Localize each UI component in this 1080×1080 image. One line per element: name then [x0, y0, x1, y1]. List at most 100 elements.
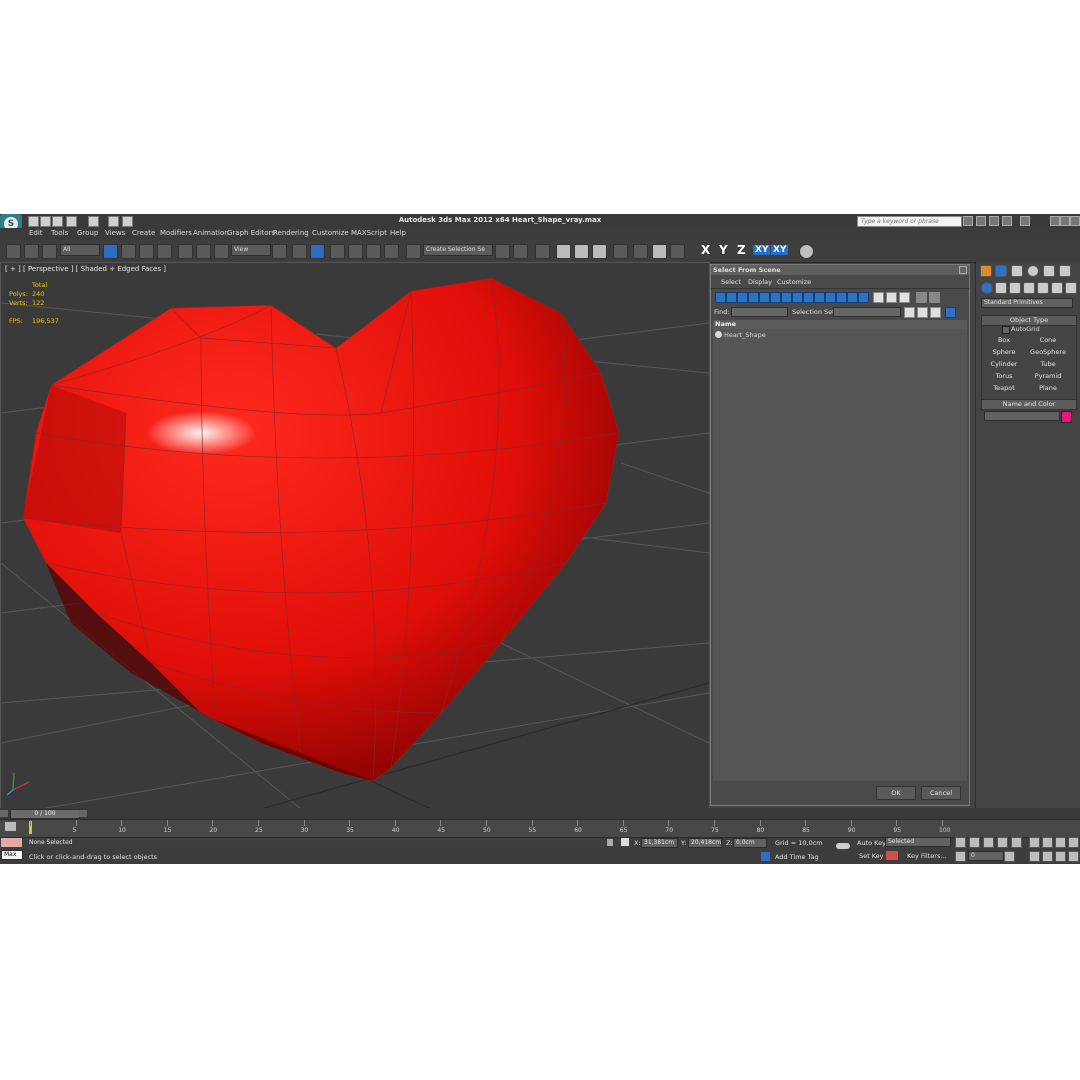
filter-lights-icon[interactable] [737, 292, 748, 303]
list-item-heart-shape[interactable]: Heart_Shape [724, 331, 766, 339]
favorites-star-icon[interactable] [1002, 216, 1012, 226]
reference-coordinate-dropdown[interactable]: View [231, 244, 271, 256]
key-filters-button[interactable]: Key Filters... [907, 852, 947, 860]
orbit-icon[interactable] [1055, 851, 1066, 862]
select-and-manipulate-icon[interactable] [292, 244, 307, 259]
select-invert-icon[interactable] [899, 292, 910, 303]
add-time-tag-icon[interactable] [761, 852, 770, 861]
zoom-all-icon[interactable] [1042, 837, 1053, 848]
exchange-icon[interactable] [989, 216, 999, 226]
undo-icon[interactable] [66, 216, 77, 227]
percent-snap-icon[interactable] [366, 244, 381, 259]
angle-snap-icon[interactable] [348, 244, 363, 259]
add-time-tag-button[interactable]: Add Time Tag [775, 853, 819, 861]
systems-category-icon[interactable] [1065, 282, 1077, 294]
helpers-category-icon[interactable] [1037, 282, 1049, 294]
cone-button[interactable]: Cone [1028, 336, 1068, 345]
menu-group[interactable]: Group [77, 229, 98, 237]
dialog-close-icon[interactable] [959, 266, 967, 274]
select-and-move-icon[interactable] [178, 244, 193, 259]
axis-z-button[interactable]: Z [737, 243, 746, 257]
time-slider-thumb[interactable]: 0 / 100 [10, 809, 80, 819]
edit-named-selection-icon[interactable] [406, 244, 421, 259]
filter-containers-icon[interactable] [814, 292, 825, 303]
dialog-menu-select[interactable]: Select [721, 278, 741, 286]
select-all-icon[interactable] [873, 292, 884, 303]
search-icon[interactable] [963, 216, 973, 226]
menu-views[interactable]: Views [105, 229, 125, 237]
perspective-viewport[interactable]: [ + ] [ Perspective ] [ Shaded + Edged F… [0, 262, 710, 810]
menu-tools[interactable]: Tools [51, 229, 68, 237]
use-pivot-center-icon[interactable] [272, 244, 287, 259]
zoom-extents-icon[interactable] [1055, 837, 1066, 848]
auto-key-button[interactable]: Auto Key [857, 839, 886, 847]
workspace-icon[interactable] [122, 216, 133, 227]
hold-icon[interactable] [108, 216, 119, 227]
previous-frame-icon[interactable] [969, 837, 980, 848]
spinner-snap-icon[interactable] [384, 244, 399, 259]
geosphere-button[interactable]: GeoSphere [1028, 348, 1068, 357]
bind-space-warp-icon[interactable] [42, 244, 57, 259]
selection-lock-icon[interactable] [607, 839, 613, 846]
play-icon[interactable] [983, 837, 994, 848]
menu-customize[interactable]: Customize [312, 229, 349, 237]
geometry-category-icon[interactable] [981, 282, 993, 294]
select-none-icon[interactable] [886, 292, 897, 303]
rectangular-selection-icon[interactable] [139, 244, 154, 259]
menu-help[interactable]: Help [390, 229, 406, 237]
filter-bones-icon[interactable] [803, 292, 814, 303]
mini-curve-editor-icon[interactable] [5, 822, 16, 831]
time-configuration-icon[interactable] [1004, 851, 1015, 862]
modify-tab-icon[interactable] [995, 265, 1007, 277]
menu-rendering[interactable]: Rendering [273, 229, 309, 237]
minimize-icon[interactable] [1050, 216, 1060, 226]
sphere-button[interactable]: Sphere [984, 348, 1024, 357]
display-tab-icon[interactable] [1043, 265, 1055, 277]
heart-shape[interactable] [22, 277, 620, 782]
schematic-view-icon[interactable] [592, 244, 607, 259]
axis-y-button[interactable]: Y [719, 243, 728, 257]
pan-view-icon[interactable] [1042, 851, 1053, 862]
lights-category-icon[interactable] [1009, 282, 1021, 294]
viewport-label[interactable]: [ + ] [ Perspective ] [ Shaded + Edged F… [5, 265, 166, 273]
scene-object-list[interactable]: Heart_Shape [713, 329, 967, 781]
mirror-icon[interactable] [495, 244, 510, 259]
zoom-extents-all-icon[interactable] [1068, 837, 1079, 848]
teapot-button[interactable]: Teapot [984, 384, 1024, 393]
x-coord-field[interactable]: 31,381cm [641, 838, 678, 848]
hierarchy-tab-icon[interactable] [1011, 265, 1023, 277]
align-icon[interactable] [513, 244, 528, 259]
menu-modifiers[interactable]: Modifiers [160, 229, 192, 237]
cylinder-button[interactable]: Cylinder [984, 360, 1024, 369]
menu-maxscript[interactable]: MAXScript [351, 229, 387, 237]
current-frame-field[interactable]: 0 [968, 851, 1004, 861]
autogrid-checkbox[interactable] [1002, 326, 1010, 334]
filter-options-icon[interactable] [929, 292, 940, 303]
key-selection-dropdown[interactable]: Selected [885, 837, 951, 847]
time-slider[interactable] [0, 808, 1080, 819]
key-mode-toggle-icon[interactable] [955, 851, 966, 862]
menu-animation[interactable]: Animation [193, 229, 229, 237]
selection-set-remove-icon[interactable] [917, 307, 928, 318]
window-crossing-icon[interactable] [157, 244, 172, 259]
box-button[interactable]: Box [984, 336, 1024, 345]
axis-xy-button[interactable]: XY [753, 245, 771, 255]
go-to-end-icon[interactable] [1011, 837, 1022, 848]
unlink-icon[interactable] [24, 244, 39, 259]
utilities-tab-icon[interactable] [1059, 265, 1071, 277]
rendered-frame-window-icon[interactable] [652, 244, 667, 259]
shapes-category-icon[interactable] [995, 282, 1007, 294]
named-selection-set-dropdown[interactable]: Create Selection Se [423, 244, 493, 256]
filter-xrefs-icon[interactable] [792, 292, 803, 303]
field-of-view-icon[interactable] [1029, 851, 1040, 862]
selection-filter-dropdown[interactable]: All [60, 244, 100, 256]
render-setup-icon[interactable] [633, 244, 648, 259]
maxscript-listener-color[interactable] [1, 838, 22, 847]
select-and-scale-icon[interactable] [214, 244, 229, 259]
next-frame-icon[interactable] [997, 837, 1008, 848]
dialog-menu-display[interactable]: Display [748, 278, 772, 286]
filter-helpers-icon[interactable] [759, 292, 770, 303]
help-icon[interactable] [1020, 216, 1030, 226]
set-key-button[interactable]: Set Key [859, 852, 884, 860]
save-file-icon[interactable] [52, 216, 63, 227]
